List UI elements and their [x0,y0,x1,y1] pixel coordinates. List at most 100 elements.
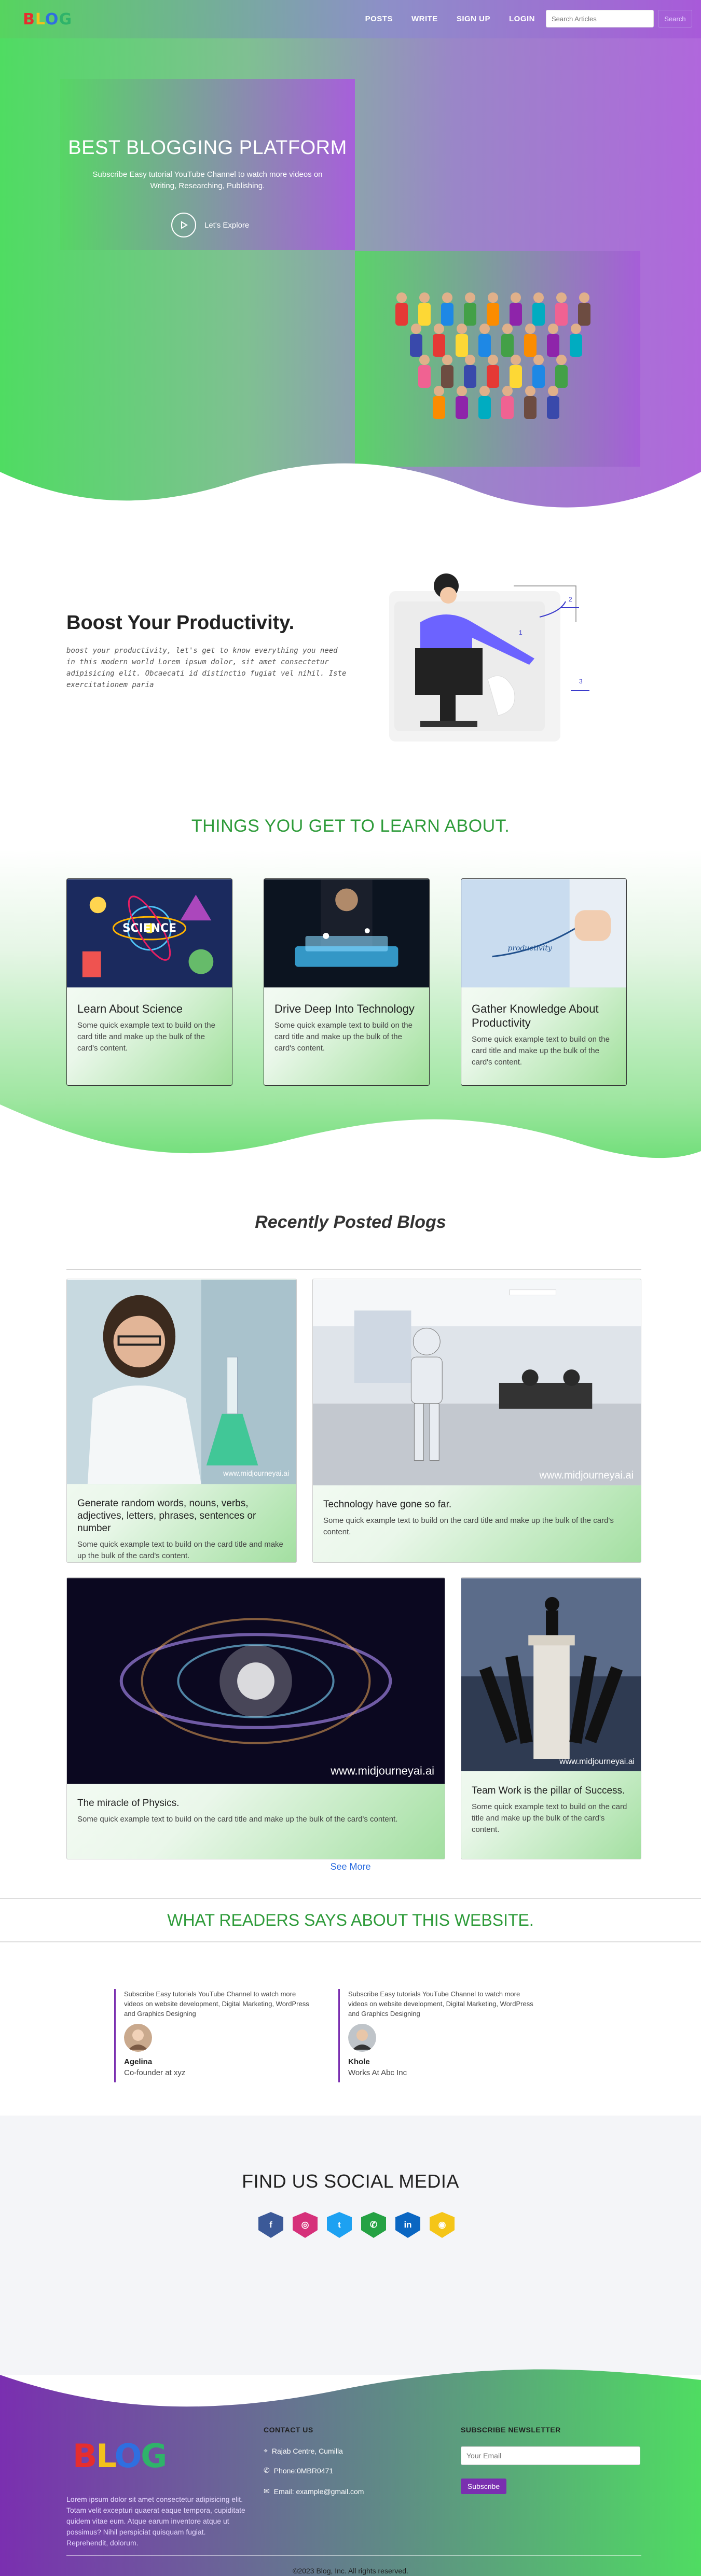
crowd-person-head [548,324,558,334]
crowd-person-head [465,355,475,365]
crowd-person-body [578,303,590,326]
site-logo[interactable]: BLOG [23,10,72,29]
search-input[interactable] [546,10,654,27]
nav-posts[interactable]: POSTS [365,15,393,23]
blog-card[interactable]: www.midjourneyai.ai Team Work is the pil… [461,1577,641,1859]
hero-title: BEST BLOGGING PLATFORM [68,137,347,159]
technology-image [264,879,429,988]
hero-wave [0,463,701,529]
instagram-icon[interactable]: ◎ [293,2212,318,2238]
watermark: www.midjourneyai.ai [559,1757,635,1766]
linkedin-icon[interactable]: in [395,2212,420,2238]
testimonial-name: Agelina [124,2057,153,2066]
blog-card-title: Technology have gone so far. [323,1499,452,1510]
search-button[interactable]: Search [658,10,692,27]
physics-image: www.midjourneyai.ai [67,1578,445,1784]
crowd-person-head [457,386,467,396]
crowd-person-body [418,365,431,388]
logo-letter: B [73,2437,97,2475]
crowd-person-head [434,324,444,334]
crowd-person-head [579,292,589,303]
productivity-title: Boost Your Productivity. [66,612,295,634]
nav-write[interactable]: WRITE [411,15,438,23]
crowd-person-head [442,355,452,365]
svg-text:2: 2 [569,596,572,603]
nav-login[interactable]: LOGIN [509,15,535,23]
explore-button[interactable]: Let's Explore [171,213,249,237]
divider [66,1269,641,1270]
crowd-person-body [456,334,468,357]
testimonial-quote: Subscribe Easy tutorials YouTube Channel… [348,1990,533,2018]
logo-letter: G [59,10,73,29]
logo-letter: O [114,2437,142,2475]
blog-card-title: The miracle of Physics. [77,1798,180,1809]
learn-card-title: Learn About Science [77,1002,183,1015]
hero-banner: BEST BLOGGING PLATFORM Subscribe Easy tu… [60,79,355,250]
avatar [124,2024,152,2052]
crowd-person-head [479,386,490,396]
crowd-person-head [457,324,467,334]
crowd-person-head [548,386,558,396]
footer-logo[interactable]: BLOG [73,2437,167,2475]
crowd-person-body [410,334,422,357]
crowd-person-body [478,396,491,419]
crowd-person-body [524,334,537,357]
footer-description: Lorem ipsum dolor sit amet consectetur a… [66,2495,245,2547]
location-icon: ⌖ [264,2446,268,2455]
footer-email[interactable]: ✉ Email: example@gmail.com [264,2487,364,2496]
subscribe-button[interactable]: Subscribe [461,2479,506,2494]
crowd-person-head [411,324,421,334]
address-text: Rajab Centre, Cumilla [271,2446,343,2455]
crowd-person-head [525,386,535,396]
copyright: ©2023 Blog, Inc. All rights reserved. [293,2567,408,2575]
facebook-icon[interactable]: f [258,2212,283,2238]
productivity-image-label: productivity [507,944,552,953]
crowd-person-head [511,292,521,303]
blog-card[interactable]: www.midjourneyai.ai Generate random word… [66,1279,297,1563]
watermark: www.midjourneyai.ai [539,1469,634,1481]
crowd-person-head [442,292,452,303]
learn-card-text: Some quick example text to build on the … [77,1021,215,1053]
crowd-person-head [419,355,430,365]
blog-card[interactable]: www.midjourneyai.ai The miracle of Physi… [66,1577,445,1859]
svg-text:1: 1 [519,629,523,636]
productivity-illustration: 2 1 3 [389,573,589,741]
blog-card-text: Some quick example text to build on the … [77,1540,283,1560]
science-image-label: SCIENCE [122,922,176,935]
crowd-person-head [556,292,567,303]
crowd-image [395,292,590,419]
newsletter-email-input[interactable] [461,2446,640,2465]
twitter-icon[interactable]: t [327,2212,352,2238]
social-section [0,2116,701,2375]
crowd-person-body [487,303,499,326]
crowd-person-body [441,303,453,326]
whatsapp-icon[interactable]: ✆ [361,2212,386,2238]
learn-card-science[interactable]: SCIENCE Learn About Science Some quick e… [66,878,232,1086]
crowd-person-body [501,334,514,357]
blog-card[interactable]: www.midjourneyai.ai Technology have gone… [312,1279,641,1563]
learn-card-technology[interactable]: Drive Deep Into Technology Some quick ex… [264,878,430,1086]
robot-office-image: www.midjourneyai.ai [313,1279,641,1486]
crowd-person-head [419,292,430,303]
see-more-link[interactable]: See More [0,1861,701,1872]
science-image: SCIENCE [67,879,232,988]
crowd-person-body [510,365,522,388]
hero-image-frame [355,251,640,467]
nav-signup[interactable]: SIGN UP [457,15,490,23]
learn-card-text: Some quick example text to build on the … [472,1035,610,1067]
crowd-person-body [433,334,445,357]
crowd-person-body [464,303,476,326]
productivity-image: productivity [461,879,626,988]
crowd-person-body [418,303,431,326]
crowd-person-body [441,365,453,388]
crowd-person-head [502,386,513,396]
crowd-person-head [488,355,498,365]
snapchat-icon[interactable]: ◉ [430,2212,455,2238]
productivity-text: boost your productivity, let's get to kn… [66,647,347,689]
crowd-person-head [511,355,521,365]
learn-card-productivity[interactable]: productivity Gather Knowledge About Prod… [461,878,627,1086]
phone-text: Phone:0MBR0471 [273,2466,334,2475]
testimonial-card: Subscribe Easy tutorials YouTube Channel… [338,1989,541,2082]
crowd-person-head [502,324,513,334]
contact-heading: CONTACT US [264,2426,313,2434]
